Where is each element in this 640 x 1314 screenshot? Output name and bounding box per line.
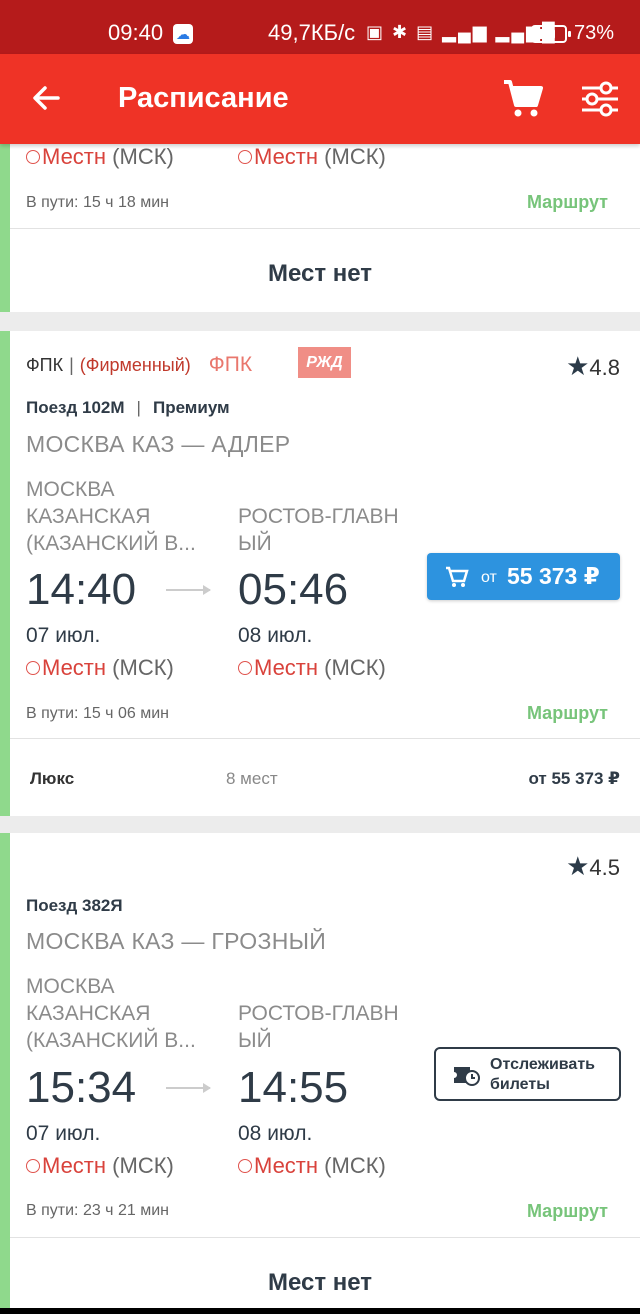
departure-date: 07 июл. bbox=[26, 624, 101, 647]
star-icon: ★ bbox=[566, 851, 590, 881]
train-number: Поезд 382Я bbox=[26, 896, 123, 915]
nav-bar bbox=[0, 1308, 640, 1314]
buy-ticket-button[interactable]: от 55 373 ₽ bbox=[427, 553, 620, 600]
departure-station: МОСКВА КАЗАНСКАЯ (КАЗАНСКИЙ В... bbox=[26, 975, 196, 1052]
battery-percent: 73% bbox=[574, 22, 615, 44]
clock-icon bbox=[26, 1159, 40, 1173]
price: 55 373 ₽ bbox=[507, 563, 600, 589]
local-time-label: Местн (МСК) bbox=[26, 655, 174, 681]
battery-icon bbox=[531, 25, 571, 43]
cart-icon bbox=[446, 566, 469, 587]
local-time-label: Местн (МСК) bbox=[26, 144, 174, 170]
track-tickets-button[interactable]: Отслеживать билеты bbox=[434, 1047, 621, 1101]
rating: ★4.5 bbox=[566, 851, 620, 881]
travel-duration: В пути: 15 ч 18 мин bbox=[26, 194, 169, 211]
clock-icon bbox=[238, 661, 252, 675]
travel-duration: В пути: 23 ч 21 мин bbox=[26, 1202, 169, 1219]
sliders-icon[interactable] bbox=[580, 80, 620, 118]
no-seats-label: Мест нет bbox=[267, 1269, 373, 1296]
clock-icon bbox=[238, 1159, 252, 1173]
signal-icons: ▣ ✱ ▤ ▂▄▆ ▂▄▆█ bbox=[366, 22, 557, 42]
clock-icon bbox=[238, 150, 252, 164]
route-link[interactable]: Маршрут bbox=[527, 192, 608, 213]
cloud-icon: ☁ bbox=[173, 24, 193, 44]
clock-icon bbox=[26, 661, 40, 675]
departure-time: 14:40 bbox=[26, 565, 137, 614]
clock-icon bbox=[26, 150, 40, 164]
status-time: 09:40 bbox=[108, 20, 164, 45]
arrow-right-icon bbox=[166, 1083, 211, 1093]
no-seats-label: Мест нет bbox=[267, 260, 373, 287]
route-name: МОСКВА КАЗ — ГРОЗНЫЙ bbox=[26, 928, 327, 954]
route-link[interactable]: Маршрут bbox=[527, 703, 608, 724]
status-bar: 09:40 ☁ 49,7КБ/с ▣ ✱ ▤ ▂▄▆ ▂▄▆█ 73% bbox=[0, 0, 640, 54]
local-time-label: Местн (МСК) bbox=[26, 1153, 174, 1179]
departure-station: МОСКВА КАЗАНСКАЯ (КАЗАНСКИЙ В... bbox=[26, 478, 196, 555]
network-speed: 49,7КБ/с bbox=[268, 20, 356, 45]
route-name: МОСКВА КАЗ — АДЛЕР bbox=[26, 431, 291, 457]
local-time-label: Местн (МСК) bbox=[238, 1153, 386, 1179]
departure-time: 15:34 bbox=[26, 1063, 137, 1112]
coach-seats: 8 мест bbox=[226, 769, 278, 788]
rzd-logo: РЖД bbox=[298, 347, 351, 378]
local-time-label: Местн (МСК) bbox=[238, 144, 386, 170]
arrival-date: 08 июл. bbox=[238, 1122, 313, 1145]
local-time-label: Местн (МСК) bbox=[238, 655, 386, 681]
star-icon: ★ bbox=[566, 351, 590, 381]
page-title: Расписание bbox=[118, 82, 289, 114]
departure-date: 07 июл. bbox=[26, 1122, 101, 1145]
fpk-logo: ФПК bbox=[208, 353, 253, 376]
arrow-left-icon[interactable] bbox=[28, 80, 64, 116]
train-card-2[interactable]: ФПК | (Фирменный) ФПК РЖД ★4.8 Поезд 102М | П… bbox=[0, 331, 640, 816]
coach-class: Люкс bbox=[30, 769, 75, 788]
card-stripe bbox=[0, 331, 10, 816]
route-link[interactable]: Маршрут bbox=[527, 1201, 608, 1222]
app-bar: Расписание bbox=[0, 54, 640, 144]
arrival-station: РОСТОВ-ГЛАВН ЫЙ bbox=[238, 505, 399, 555]
arrival-time: 05:46 bbox=[238, 565, 349, 614]
train-number: Поезд 102М | Премиум bbox=[26, 398, 230, 417]
travel-duration: В пути: 15 ч 06 мин bbox=[26, 705, 169, 722]
ticket-clock-icon bbox=[454, 1067, 480, 1086]
carrier-info: ФПК | (Фирменный) ФПК bbox=[26, 353, 253, 376]
cart-icon[interactable] bbox=[502, 78, 544, 118]
arrival-station: РОСТОВ-ГЛАВН ЫЙ bbox=[238, 1002, 399, 1052]
coach-price: от 55 373 ₽ bbox=[528, 769, 620, 788]
arrival-time: 14:55 bbox=[238, 1063, 349, 1112]
card-stripe bbox=[0, 833, 10, 1308]
train-card-3[interactable]: ★4.5 Поезд 382Я МОСКВА КАЗ — ГРОЗНЫЙ МОС… bbox=[0, 833, 640, 1308]
rating: ★4.8 bbox=[566, 351, 620, 381]
arrival-date: 08 июл. bbox=[238, 624, 313, 647]
arrow-right-icon bbox=[166, 585, 211, 595]
